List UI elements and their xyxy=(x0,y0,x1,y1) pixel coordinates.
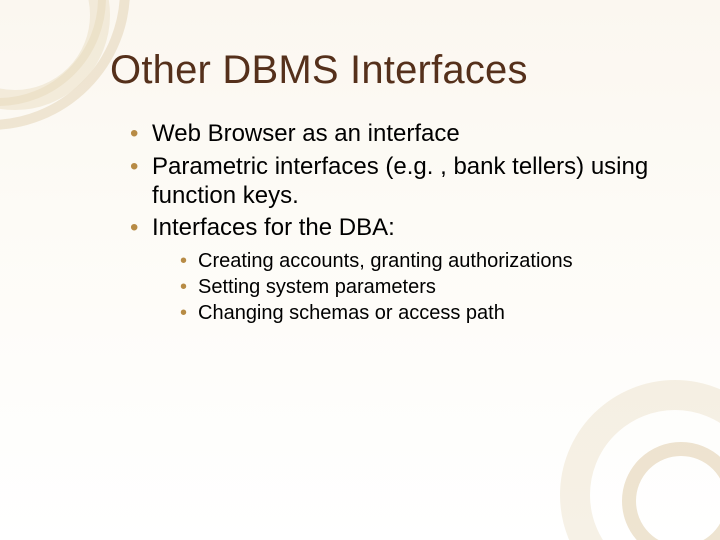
slide-title: Other DBMS Interfaces xyxy=(110,48,528,93)
bullet-text: Interfaces for the DBA: xyxy=(152,214,395,241)
list-item: Parametric interfaces (e.g. , bank telle… xyxy=(130,153,670,211)
bullet-text: Creating accounts, granting authorizatio… xyxy=(198,250,573,272)
bullet-text: Setting system parameters xyxy=(198,276,436,298)
bullet-text: Web Browser as an interface xyxy=(152,120,460,147)
decor-arc xyxy=(0,0,110,110)
bullet-text: Parametric interfaces (e.g. , bank telle… xyxy=(152,153,648,209)
list-item: Creating accounts, granting authorizatio… xyxy=(180,249,670,273)
sub-bullet-list: Creating accounts, granting authorizatio… xyxy=(180,249,670,325)
list-item: Changing schemas or access path xyxy=(180,301,670,325)
slide-body: Web Browser as an interface Parametric i… xyxy=(130,120,670,329)
list-item: Web Browser as an interface xyxy=(130,120,670,149)
list-item: Interfaces for the DBA: Creating account… xyxy=(130,214,670,325)
list-item: Setting system parameters xyxy=(180,275,670,299)
slide: Other DBMS Interfaces Web Browser as an … xyxy=(0,0,720,540)
bullet-text: Changing schemas or access path xyxy=(198,302,505,324)
bullet-list: Web Browser as an interface Parametric i… xyxy=(130,120,670,325)
